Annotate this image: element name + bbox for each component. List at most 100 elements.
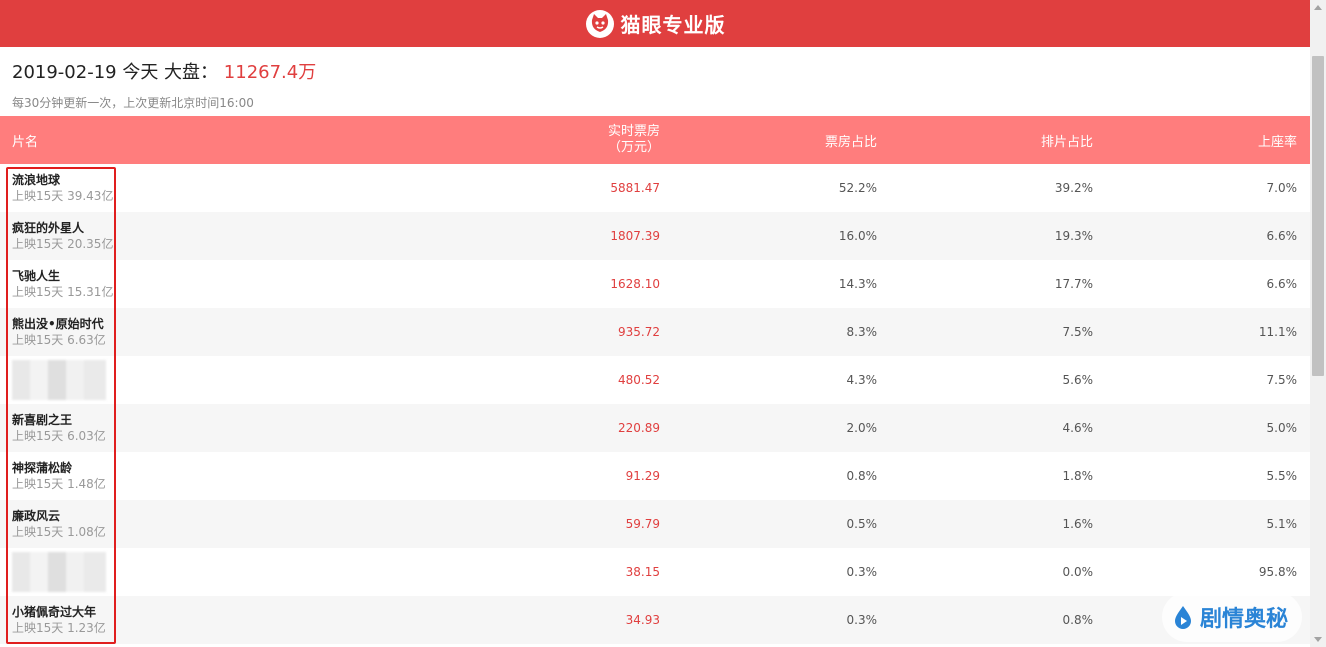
watermark: 剧情奥秘: [1162, 592, 1302, 642]
seat-value: 6.6%: [1266, 229, 1298, 243]
table-row[interactable]: 疯狂的外星人 上映15天 20.35亿 1807.39 16.0% 19.3% …: [0, 212, 1310, 260]
seat-value: 7.0%: [1266, 181, 1298, 195]
schedule-value: 5.6%: [1062, 373, 1094, 387]
header-boxoffice-label: 实时票房: [607, 124, 660, 139]
table-header: 片名 实时票房 （万元） 票房占比 排片占比 上座率: [0, 116, 1310, 164]
cat-logo-icon: [585, 9, 614, 38]
share-value: 0.8%: [846, 469, 878, 483]
movie-meta: 上映15天 15.31亿: [12, 285, 114, 299]
seat-value: 5.5%: [1266, 469, 1298, 483]
movie-cell[interactable]: 疯狂的外星人 上映15天 20.35亿: [12, 212, 113, 260]
top-bar: 猫眼专业版: [0, 0, 1310, 47]
movie-title: 神探蒲松龄: [12, 461, 73, 475]
brand[interactable]: 猫眼专业版: [585, 9, 726, 39]
schedule-value: 0.8%: [1062, 613, 1094, 627]
movie-meta: 上映15天 1.23亿: [12, 621, 106, 635]
boxoffice-value: 1628.10: [610, 277, 660, 291]
market-total-line: 2019-02-19 今天 大盘： 11267.4万: [12, 58, 316, 84]
table-row[interactable]: 480.52 4.3% 5.6% 7.5%: [0, 356, 1310, 404]
table-row[interactable]: 神探蒲松龄 上映15天 1.48亿 91.29 0.8% 1.8% 5.5%: [0, 452, 1310, 500]
header-seat[interactable]: 上座率: [1258, 116, 1297, 164]
movie-cell[interactable]: 熊出没•原始时代 上映15天 6.63亿: [12, 308, 106, 356]
table-row[interactable]: 廉政风云 上映15天 1.08亿 59.79 0.5% 1.6% 5.1%: [0, 500, 1310, 548]
table-row[interactable]: 小猪佩奇过大年 上映15天 1.23亿 34.93 0.3% 0.8%: [0, 596, 1310, 644]
drop-play-icon: [1175, 606, 1191, 629]
scroll-down-icon[interactable]: [1314, 637, 1322, 642]
movie-meta: 上映15天 6.63亿: [12, 333, 106, 347]
date-label: 2019-02-19 今天 大盘：: [12, 62, 219, 83]
table-row[interactable]: 熊出没•原始时代 上映15天 6.63亿 935.72 8.3% 7.5% 11…: [0, 308, 1310, 356]
movie-cell[interactable]: 新喜剧之王 上映15天 6.03亿: [12, 404, 106, 452]
table-row[interactable]: 飞驰人生 上映15天 15.31亿 1628.10 14.3% 17.7% 6.…: [0, 260, 1310, 308]
scrollbar[interactable]: [1310, 0, 1326, 647]
movie-cell[interactable]: 飞驰人生 上映15天 15.31亿: [12, 260, 113, 308]
blurred-movie-title: [12, 552, 106, 592]
seat-value: 95.8%: [1258, 565, 1297, 579]
header-boxoffice[interactable]: 实时票房 （万元）: [608, 116, 660, 164]
boxoffice-value: 1807.39: [610, 229, 660, 243]
movie-cell[interactable]: [12, 548, 106, 596]
movie-title: 廉政风云: [12, 509, 61, 523]
movie-meta: 上映15天 39.43亿: [12, 189, 114, 203]
schedule-value: 1.6%: [1062, 517, 1094, 531]
market-summary: 2019-02-19 今天 大盘： 11267.4万 每30分钟更新一次，上次更…: [12, 58, 316, 111]
schedule-value: 7.5%: [1062, 325, 1094, 339]
schedule-value: 19.3%: [1054, 229, 1093, 243]
movie-title: 流浪地球: [12, 173, 61, 187]
movie-title: 飞驰人生: [12, 269, 61, 283]
header-name[interactable]: 片名: [12, 116, 38, 164]
movie-meta: 上映15天 6.03亿: [12, 429, 106, 443]
schedule-value: 17.7%: [1054, 277, 1093, 291]
share-value: 14.3%: [838, 277, 877, 291]
boxoffice-value: 5881.47: [610, 181, 660, 195]
scroll-thumb[interactable]: [1312, 56, 1324, 376]
header-share[interactable]: 票房占比: [825, 116, 877, 164]
seat-value: 5.0%: [1266, 421, 1298, 435]
blurred-movie-title: [12, 360, 106, 400]
boxoffice-value: 34.93: [625, 613, 660, 627]
boxoffice-value: 220.89: [618, 421, 660, 435]
movie-meta: 上映15天 1.48亿: [12, 477, 106, 491]
boxoffice-value: 91.29: [625, 469, 660, 483]
brand-title: 猫眼专业版: [620, 13, 726, 37]
movie-meta: 上映15天 20.35亿: [12, 237, 114, 251]
movie-cell[interactable]: [12, 356, 106, 404]
movie-title: 小猪佩奇过大年: [12, 605, 97, 619]
movie-cell[interactable]: 廉政风云 上映15天 1.08亿: [12, 500, 106, 548]
seat-value: 11.1%: [1258, 325, 1297, 339]
boxoffice-table: 片名 实时票房 （万元） 票房占比 排片占比 上座率 流浪地球 上映15天 39…: [0, 116, 1310, 644]
share-value: 8.3%: [846, 325, 878, 339]
share-value: 4.3%: [846, 373, 878, 387]
table-row[interactable]: 38.15 0.3% 0.0% 95.8%: [0, 548, 1310, 596]
table-row[interactable]: 流浪地球 上映15天 39.43亿 5881.47 52.2% 39.2% 7.…: [0, 164, 1310, 212]
movie-cell[interactable]: 小猪佩奇过大年 上映15天 1.23亿: [12, 596, 106, 644]
share-value: 0.3%: [846, 565, 878, 579]
schedule-value: 0.0%: [1062, 565, 1094, 579]
movie-title: 熊出没•原始时代: [12, 317, 104, 331]
table-row[interactable]: 新喜剧之王 上映15天 6.03亿 220.89 2.0% 4.6% 5.0%: [0, 404, 1310, 452]
share-value: 0.3%: [846, 613, 878, 627]
share-value: 16.0%: [838, 229, 877, 243]
share-value: 52.2%: [838, 181, 877, 195]
seat-value: 7.5%: [1266, 373, 1298, 387]
schedule-value: 1.8%: [1062, 469, 1094, 483]
movie-meta: 上映15天 1.08亿: [12, 525, 106, 539]
watermark-text: 剧情奥秘: [1200, 607, 1289, 632]
header-schedule[interactable]: 排片占比: [1041, 116, 1093, 164]
seat-value: 5.1%: [1266, 517, 1298, 531]
share-value: 2.0%: [846, 421, 878, 435]
schedule-value: 39.2%: [1054, 181, 1093, 195]
boxoffice-value: 480.52: [618, 373, 660, 387]
market-total: 11267.4万: [223, 62, 317, 83]
movie-cell[interactable]: 流浪地球 上映15天 39.43亿: [12, 164, 113, 212]
seat-value: 6.6%: [1266, 277, 1298, 291]
update-note: 每30分钟更新一次，上次更新北京时间16:00: [12, 96, 254, 110]
movie-cell[interactable]: 神探蒲松龄 上映15天 1.48亿: [12, 452, 106, 500]
boxoffice-value: 38.15: [625, 565, 660, 579]
boxoffice-value: 935.72: [618, 325, 660, 339]
boxoffice-value: 59.79: [625, 517, 660, 531]
scroll-up-icon[interactable]: [1314, 5, 1322, 10]
schedule-value: 4.6%: [1062, 421, 1094, 435]
header-boxoffice-unit: （万元）: [607, 140, 660, 155]
share-value: 0.5%: [846, 517, 878, 531]
